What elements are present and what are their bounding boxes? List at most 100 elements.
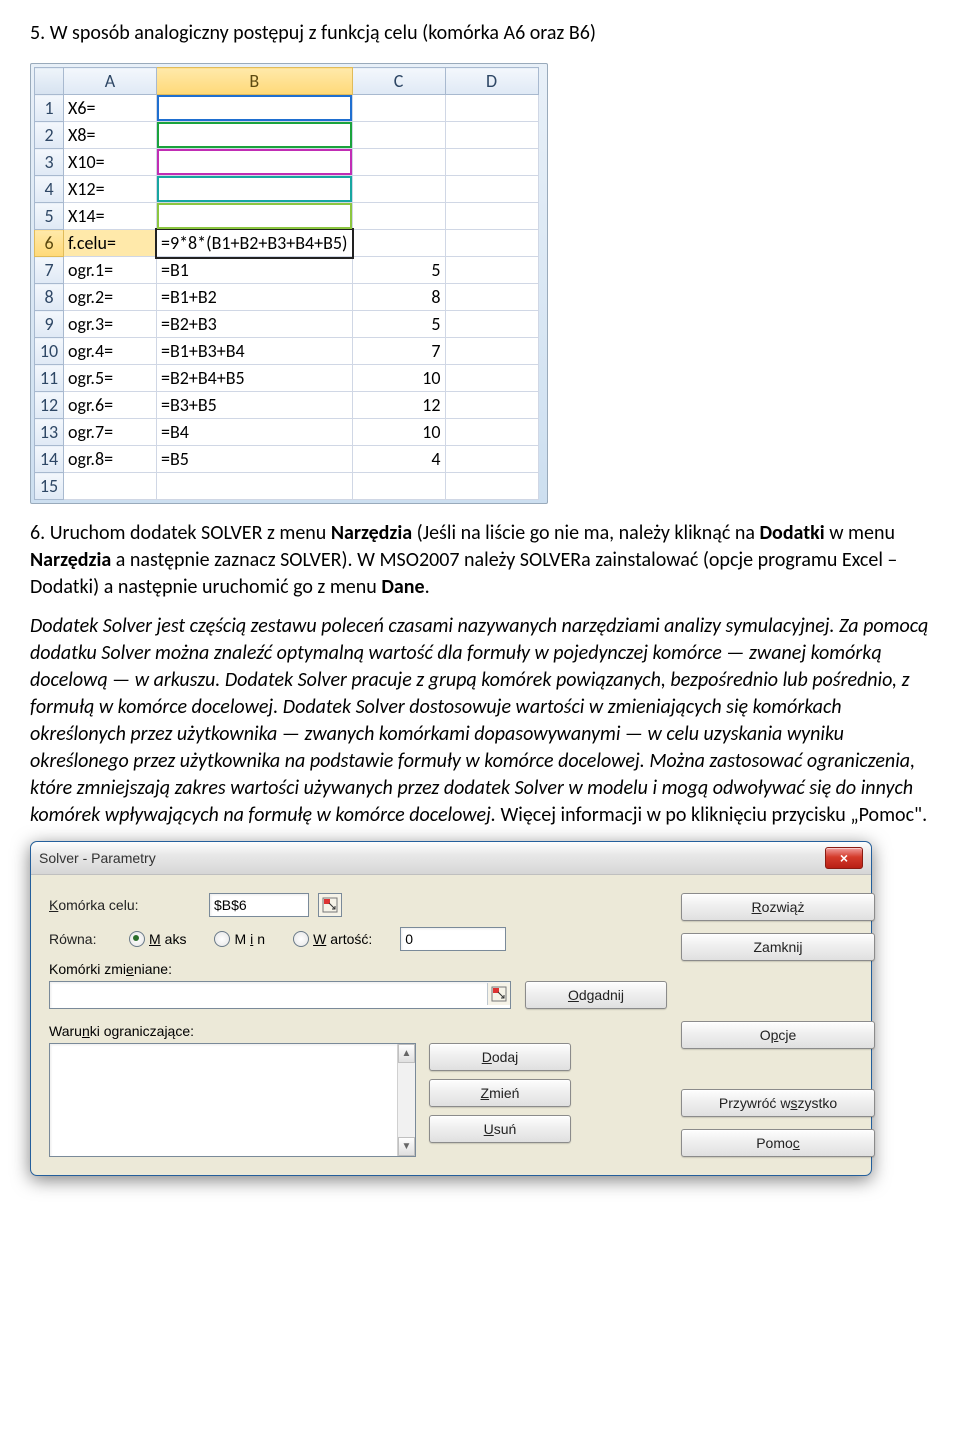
col-B[interactable]: B (157, 68, 353, 95)
scrollbar[interactable]: ▲ ▼ (397, 1044, 415, 1156)
cell[interactable]: ogr.8= (64, 446, 157, 473)
help-button[interactable]: Pomoc (681, 1129, 875, 1157)
close-dialog-button[interactable]: Zamknij (681, 933, 875, 961)
change-button[interactable]: Zmień (429, 1079, 571, 1107)
cell[interactable]: =B4 (157, 419, 353, 446)
cell[interactable] (445, 176, 538, 203)
value-input[interactable]: 0 (400, 927, 506, 951)
row-header[interactable]: 6 (35, 230, 64, 257)
cell[interactable]: =B1 (157, 257, 353, 284)
cell[interactable] (445, 419, 538, 446)
options-button[interactable]: Opcje (681, 1021, 875, 1049)
radio-max[interactable]: Maks (129, 931, 186, 947)
cell[interactable] (445, 284, 538, 311)
cell[interactable] (157, 176, 353, 203)
row-header[interactable]: 14 (35, 446, 64, 473)
cell[interactable] (445, 338, 538, 365)
cell[interactable] (445, 473, 538, 500)
cell[interactable] (157, 203, 353, 230)
solve-button[interactable]: Rozwiąż (681, 893, 875, 921)
cell[interactable] (445, 446, 538, 473)
range-picker-icon[interactable] (487, 983, 510, 1005)
delete-button[interactable]: Usuń (429, 1115, 571, 1143)
cell[interactable]: X12= (64, 176, 157, 203)
range-picker-icon[interactable] (318, 893, 342, 917)
cell[interactable]: ogr.7= (64, 419, 157, 446)
row-header[interactable]: 15 (35, 473, 64, 500)
row-header[interactable]: 12 (35, 392, 64, 419)
dialog-titlebar[interactable]: Solver - Parametry (31, 842, 871, 875)
cell[interactable]: 5 (352, 257, 445, 284)
constraints-list[interactable]: ▲ ▼ (49, 1043, 416, 1157)
add-button[interactable]: Dodaj (429, 1043, 571, 1071)
col-C[interactable]: C (352, 68, 445, 95)
row-header[interactable]: 8 (35, 284, 64, 311)
cell[interactable] (352, 95, 445, 122)
cell[interactable] (352, 230, 445, 257)
cell[interactable]: f.celu= (64, 230, 157, 257)
cell[interactable] (445, 149, 538, 176)
cell[interactable] (352, 473, 445, 500)
cell[interactable] (445, 203, 538, 230)
row-header[interactable]: 4 (35, 176, 64, 203)
cell[interactable] (352, 176, 445, 203)
cell[interactable]: ogr.5= (64, 365, 157, 392)
cell[interactable] (445, 257, 538, 284)
radio-min[interactable]: Min (214, 931, 265, 947)
cell[interactable]: 7 (352, 338, 445, 365)
col-D[interactable]: D (445, 68, 538, 95)
cell[interactable]: X10= (64, 149, 157, 176)
cell[interactable]: =9*8*(B1+B2+B3+B4+B5) (157, 230, 353, 257)
cell[interactable] (64, 473, 157, 500)
cell[interactable]: =B2+B4+B5 (157, 365, 353, 392)
cell[interactable]: X14= (64, 203, 157, 230)
guess-button[interactable]: Odgadnij (525, 981, 667, 1009)
scroll-down-icon[interactable]: ▼ (398, 1137, 415, 1156)
row-header[interactable]: 7 (35, 257, 64, 284)
cell[interactable] (445, 311, 538, 338)
row-header[interactable]: 10 (35, 338, 64, 365)
cell[interactable] (157, 122, 353, 149)
cell[interactable]: =B3+B5 (157, 392, 353, 419)
reset-button[interactable]: Przywróć wszystko (681, 1089, 875, 1117)
close-button[interactable]: × (825, 847, 863, 869)
cell[interactable]: 5 (352, 311, 445, 338)
cell[interactable] (445, 392, 538, 419)
cell[interactable]: =B5 (157, 446, 353, 473)
row-header[interactable]: 3 (35, 149, 64, 176)
cell[interactable] (352, 122, 445, 149)
cell[interactable]: =B1+B2 (157, 284, 353, 311)
cell[interactable] (157, 149, 353, 176)
cell[interactable]: 10 (352, 365, 445, 392)
cell[interactable]: ogr.3= (64, 311, 157, 338)
cell[interactable]: ogr.1= (64, 257, 157, 284)
cell[interactable] (157, 473, 353, 500)
row-header[interactable]: 5 (35, 203, 64, 230)
row-header[interactable]: 2 (35, 122, 64, 149)
row-header[interactable]: 9 (35, 311, 64, 338)
select-all-corner[interactable] (35, 68, 64, 95)
target-cell-input[interactable]: $B$6 (209, 893, 309, 917)
row-header[interactable]: 11 (35, 365, 64, 392)
cell[interactable]: X8= (64, 122, 157, 149)
cell[interactable] (445, 95, 538, 122)
cell[interactable]: ogr.2= (64, 284, 157, 311)
cell[interactable]: ogr.6= (64, 392, 157, 419)
changing-cells-input[interactable] (49, 981, 511, 1009)
cell[interactable] (445, 365, 538, 392)
cell[interactable]: 4 (352, 446, 445, 473)
col-A[interactable]: A (64, 68, 157, 95)
cell[interactable] (352, 203, 445, 230)
cell[interactable]: X6= (64, 95, 157, 122)
row-header[interactable]: 1 (35, 95, 64, 122)
cell[interactable]: =B1+B3+B4 (157, 338, 353, 365)
cell[interactable]: 12 (352, 392, 445, 419)
cell[interactable] (157, 95, 353, 122)
cell[interactable] (445, 122, 538, 149)
cell[interactable] (445, 230, 538, 257)
cell[interactable] (352, 149, 445, 176)
row-header[interactable]: 13 (35, 419, 64, 446)
cell[interactable]: ogr.4= (64, 338, 157, 365)
cell[interactable]: =B2+B3 (157, 311, 353, 338)
cell[interactable]: 8 (352, 284, 445, 311)
